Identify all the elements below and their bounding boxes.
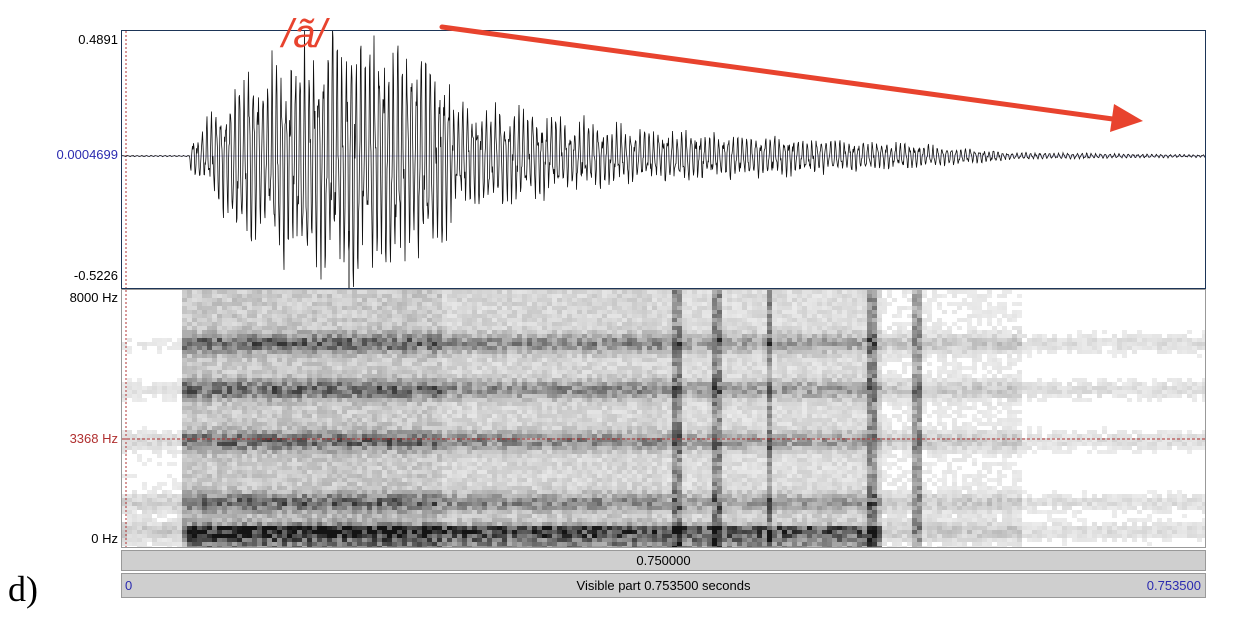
visible-start-value: 0: [125, 578, 133, 593]
visible-part-text: Visible part 0.753500 seconds: [576, 578, 751, 593]
waveform-min-label: -0.5226: [73, 268, 118, 283]
visible-part-bar[interactable]: 0 Visible part 0.753500 seconds 0.753500: [121, 573, 1206, 598]
visible-end-value: 0.753500: [1146, 578, 1201, 593]
panel-label: d): [8, 569, 38, 609]
cursor-time-bar[interactable]: 0.750000: [121, 550, 1206, 571]
spectrogram-panel[interactable]: [121, 289, 1206, 548]
spectrogram-top-label: 8000 Hz: [69, 290, 118, 305]
spectrogram-cursor-label: 3368 Hz: [69, 431, 118, 446]
waveform-mid-label: 0.0004699: [56, 147, 118, 162]
waveform-plot: [122, 31, 1205, 288]
spectrogram-plot: [122, 290, 1205, 547]
spectrogram-cells: [122, 290, 1205, 547]
waveform-panel[interactable]: [121, 30, 1206, 289]
waveform-max-label: 0.4891: [78, 32, 118, 47]
waveform-trace: [122, 31, 1205, 288]
cursor-time-value: 0.750000: [636, 553, 691, 568]
spectrogram-bottom-label: 0 Hz: [91, 531, 118, 546]
phoneme-label: /ã/: [282, 12, 327, 56]
